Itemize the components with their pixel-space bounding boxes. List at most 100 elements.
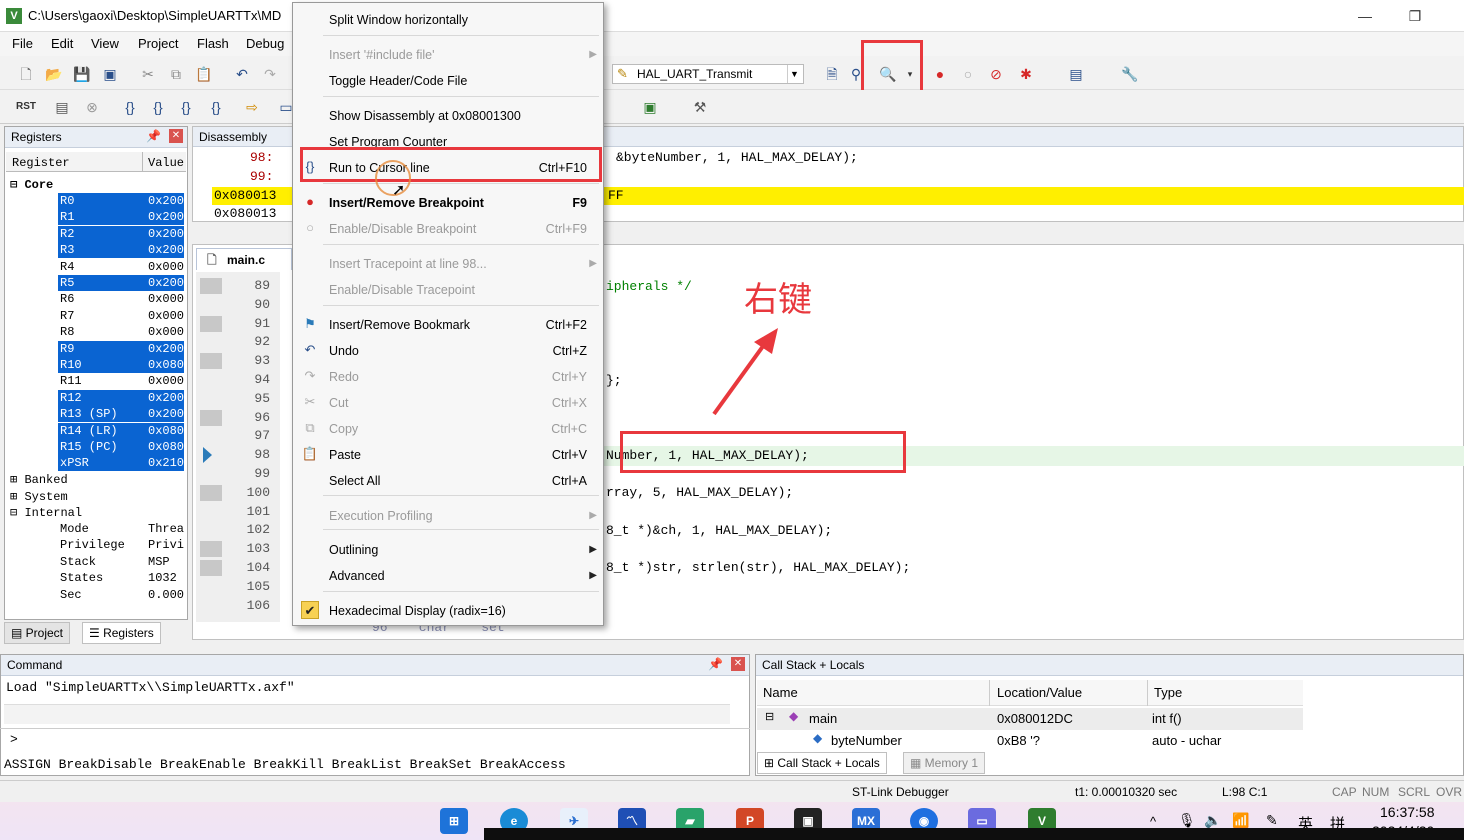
context-menu-item[interactable]: Select All Ctrl+A: [293, 469, 603, 493]
context-menu-item[interactable]: Split Window horizontally: [293, 8, 603, 32]
paste-icon[interactable]: 📋: [194, 64, 214, 84]
internal-row[interactable]: Privilege Privi: [58, 537, 184, 553]
callstack-row-local[interactable]: ◆ byteNumber 0xB8 '? auto - uchar: [757, 731, 1303, 751]
internal-row[interactable]: Sec 0.000: [58, 587, 184, 603]
show-next-statement-icon[interactable]: ⇨: [242, 97, 262, 117]
open-folder-icon[interactable]: 📂: [44, 64, 64, 84]
tree-system[interactable]: ⊞ System: [10, 489, 68, 504]
close-icon[interactable]: ✕: [731, 657, 745, 671]
toolbox-icon[interactable]: ⚒: [690, 97, 710, 117]
register-row[interactable]: R15 (PC) 0x080: [58, 439, 184, 455]
context-menu-item[interactable]: ↶ Undo Ctrl+Z: [293, 339, 603, 363]
command-hscrollbar[interactable]: [4, 704, 730, 724]
register-row[interactable]: R3 0x200: [58, 242, 184, 259]
context-menu-item[interactable]: ● Insert/Remove Breakpoint F9: [293, 191, 603, 215]
close-icon[interactable]: ✕: [169, 129, 183, 143]
step-over-icon[interactable]: {}: [148, 97, 168, 117]
context-menu-item[interactable]: ⚑ Insert/Remove Bookmark Ctrl+F2: [293, 313, 603, 337]
wifi-icon[interactable]: 📶: [1232, 812, 1249, 829]
register-row[interactable]: R4 0x000: [58, 259, 184, 275]
menu-project[interactable]: Project: [138, 36, 178, 51]
context-menu-item[interactable]: Execution Profiling ▶: [293, 504, 603, 528]
maximize-icon[interactable]: ❐: [1400, 6, 1430, 26]
window-layout-icon[interactable]: ▤: [1066, 64, 1086, 84]
register-row[interactable]: R1 0x200: [58, 209, 184, 226]
step-into-icon[interactable]: {}: [120, 97, 140, 117]
register-row[interactable]: xPSR 0x210: [58, 455, 184, 472]
command-input[interactable]: [24, 730, 744, 750]
settings-wrench-icon[interactable]: 🔧: [1120, 64, 1140, 84]
register-row[interactable]: R6 0x000: [58, 291, 184, 307]
windows-start-icon[interactable]: ⊞: [440, 808, 468, 834]
context-menu-item[interactable]: Insert Tracepoint at line 98... ▶: [293, 252, 603, 276]
context-menu-item[interactable]: ○ Enable/Disable Breakpoint Ctrl+F9: [293, 217, 603, 241]
find-in-files-icon[interactable]: 🗎: [822, 64, 842, 84]
tab-registers[interactable]: ☰ Registers: [82, 622, 161, 644]
context-menu-item[interactable]: 📋 Paste Ctrl+V: [293, 443, 603, 467]
new-file-icon[interactable]: 🗋: [16, 64, 36, 84]
volume-icon[interactable]: 🔈: [1204, 812, 1221, 829]
menu-view[interactable]: View: [91, 36, 119, 51]
copy-icon[interactable]: ⧉: [166, 64, 186, 84]
microphone-icon[interactable]: 🎙: [1178, 812, 1196, 829]
register-row[interactable]: R8 0x000: [58, 324, 184, 340]
tree-collapse-icon[interactable]: ⊟: [765, 710, 774, 723]
tree-banked[interactable]: ⊞ Banked: [10, 472, 68, 487]
context-menu-item[interactable]: Toggle Header/Code File: [293, 69, 603, 93]
pen-icon[interactable]: ✎: [1266, 812, 1278, 829]
chevron-down-icon[interactable]: ▼: [787, 65, 801, 83]
register-row[interactable]: R7 0x000: [58, 308, 184, 324]
reset-icon[interactable]: RST: [16, 97, 36, 117]
context-menu-item[interactable]: Outlining ▶: [293, 538, 603, 562]
register-row[interactable]: R14 (LR) 0x080: [58, 422, 184, 439]
context-menu-item[interactable]: ✂ Cut Ctrl+X: [293, 391, 603, 415]
menu-file[interactable]: File: [12, 36, 33, 51]
register-row[interactable]: R10 0x080: [58, 357, 184, 373]
disable-all-breakpoints-icon[interactable]: ⊘: [986, 64, 1006, 84]
breakpoint-icon[interactable]: ●: [930, 64, 950, 84]
context-menu-item[interactable]: ⧉ Copy Ctrl+C: [293, 417, 603, 441]
register-row[interactable]: R11 0x000: [58, 373, 184, 389]
register-row[interactable]: R9 0x200: [58, 340, 184, 357]
context-menu-item[interactable]: ↷ Redo Ctrl+Y: [293, 365, 603, 389]
register-row[interactable]: R13 (SP) 0x200: [58, 406, 184, 423]
function-combo[interactable]: ✎ HAL_UART_Transmit ▼: [612, 64, 804, 84]
pin-icon[interactable]: 📌: [146, 129, 161, 143]
context-menu-item[interactable]: Insert '#include file' ▶: [293, 43, 603, 67]
cut-icon[interactable]: ✂: [138, 64, 158, 84]
save-all-icon[interactable]: ▣: [100, 64, 120, 84]
system-viewer-icon[interactable]: ▣: [640, 97, 660, 117]
tab-callstack[interactable]: ⊞ Call Stack + Locals: [757, 752, 887, 774]
context-menu-item[interactable]: Show Disassembly at 0x08001300: [293, 104, 603, 128]
internal-row[interactable]: Stack MSP: [58, 554, 184, 570]
run-to-cursor-icon[interactable]: {}: [206, 97, 226, 117]
context-menu-item[interactable]: ✔ Hexadecimal Display (radix=16): [293, 599, 603, 623]
internal-row[interactable]: States 1032: [58, 570, 184, 586]
internal-row[interactable]: Mode Threa: [58, 521, 184, 537]
tray-expand-icon[interactable]: ^: [1150, 814, 1156, 829]
menu-flash[interactable]: Flash: [197, 36, 229, 51]
menu-debug[interactable]: Debug: [246, 36, 284, 51]
kill-all-breakpoints-icon[interactable]: ✱: [1016, 64, 1036, 84]
tree-core[interactable]: ⊟ Core: [10, 177, 53, 192]
pin-icon[interactable]: 📌: [708, 657, 723, 671]
register-row[interactable]: R5 0x200: [58, 275, 184, 291]
breakpoint-disabled-icon[interactable]: ○: [958, 64, 978, 84]
register-row[interactable]: R0 0x200: [58, 193, 184, 209]
stop-icon[interactable]: ⊗: [82, 97, 102, 117]
undo-icon[interactable]: ↶: [232, 64, 252, 84]
callstack-row-main[interactable]: ⊟ ◆ main 0x080012DC int f(): [757, 708, 1303, 730]
run-icon[interactable]: ▤: [52, 97, 72, 117]
tab-memory[interactable]: ▦ Memory 1: [903, 752, 986, 774]
step-out-icon[interactable]: {}: [176, 97, 196, 117]
minimize-icon[interactable]: —: [1350, 6, 1380, 26]
tab-main-c[interactable]: 🗋 main.c: [196, 248, 292, 270]
register-row[interactable]: R12 0x200: [58, 389, 184, 406]
redo-icon[interactable]: ↷: [260, 64, 280, 84]
clock-time[interactable]: 16:37:58: [1380, 804, 1435, 820]
register-row[interactable]: R2 0x200: [58, 225, 184, 242]
tab-project[interactable]: ▤ Project: [4, 622, 71, 644]
tree-internal[interactable]: ⊟ Internal: [10, 505, 82, 520]
context-menu-item[interactable]: Advanced ▶: [293, 564, 603, 588]
save-icon[interactable]: 💾: [72, 64, 92, 84]
